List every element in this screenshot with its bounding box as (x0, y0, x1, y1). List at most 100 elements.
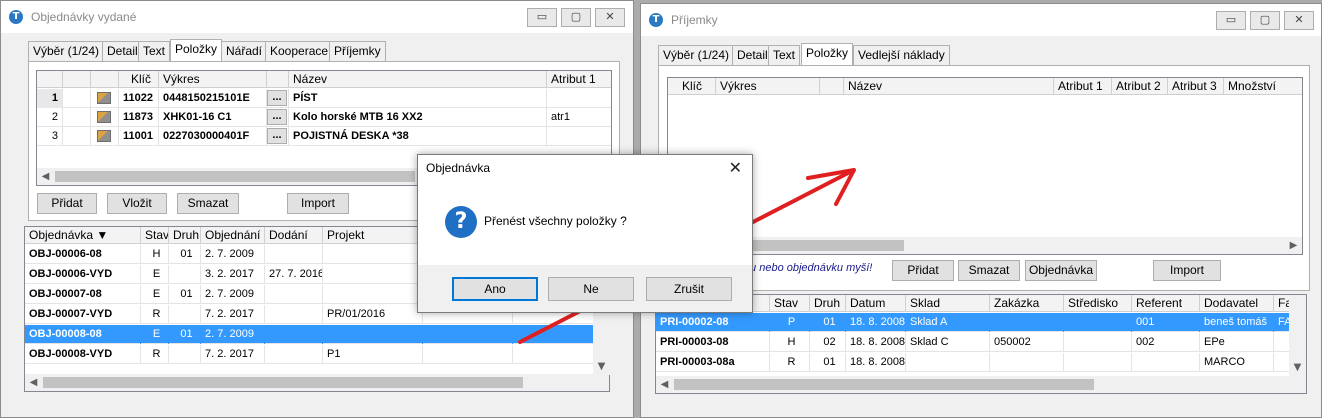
scroll-down-icon[interactable]: ▼ (593, 358, 610, 375)
col-druh[interactable]: Druh (810, 295, 846, 312)
col-stav[interactable]: Stav (770, 295, 810, 312)
add-button[interactable]: Přidat (892, 260, 954, 281)
no-button[interactable]: Ne (548, 277, 634, 301)
col-druh[interactable]: Druh (169, 227, 201, 244)
tab-text[interactable]: Text (138, 41, 171, 61)
col-nazev[interactable]: Název (844, 78, 1054, 95)
scroll-down-icon[interactable]: ▼ (1289, 359, 1306, 376)
table-row[interactable]: 3 11001 0227030000401F ... POJISTNÁ DESK… (37, 127, 611, 146)
col-vykres[interactable]: Výkres (716, 78, 820, 95)
browse-button[interactable]: ... (267, 90, 287, 106)
import-button[interactable]: Import (1153, 260, 1221, 281)
cell-date: 18. 8. 2008 (846, 333, 906, 352)
browse-button[interactable]: ... (267, 109, 287, 125)
minimize-button[interactable]: ▭ (1216, 11, 1246, 30)
table-row[interactable]: 1 11022 0448150215101E ... PÍST (37, 89, 611, 108)
col-atribut2[interactable]: Atribut 2 (1112, 78, 1168, 95)
col-vykres[interactable]: Výkres (159, 71, 267, 88)
col-referent[interactable]: Referent (1132, 295, 1200, 312)
close-button[interactable]: ✕ (1284, 11, 1314, 30)
item-type-icon (97, 111, 111, 123)
tab-detail[interactable]: Detail (732, 45, 773, 65)
right-tabs: Výběr (1/24) Detail Text Položky Vedlejš… (658, 43, 958, 65)
table-row[interactable]: 2 11873 XHK01-16 C1 ... Kolo horské MTB … (37, 108, 611, 127)
col-dodani[interactable]: Dodání (265, 227, 323, 244)
cell-receipt: PRI-00002-08 (656, 313, 770, 332)
table-row-selected[interactable]: PRI-00002-08 P 01 18. 8. 2008 Sklad A 00… (656, 313, 1306, 332)
tab-vyber[interactable]: Výběr (1/24) (28, 41, 105, 61)
cell-kind (169, 305, 201, 324)
cell-store: Sklad C (906, 333, 990, 352)
grid-header: Klíč Výkres Název Atribut 1 Atribut 2 At… (668, 78, 1302, 95)
scroll-thumb[interactable] (674, 379, 1094, 390)
table-row[interactable]: PRI-00003-08 H 02 18. 8. 2008 Sklad C 05… (656, 333, 1306, 352)
col-atribut1[interactable]: Atribut 1 (547, 71, 611, 88)
scroll-thumb[interactable] (43, 377, 523, 388)
col-objednavka[interactable]: Objednávka ▼ (25, 227, 141, 244)
col-atribut1[interactable]: Atribut 1 (1054, 78, 1112, 95)
browse-button[interactable]: ... (267, 128, 287, 144)
col-zakazka[interactable]: Zakázka (990, 295, 1064, 312)
col-sklad[interactable]: Sklad (906, 295, 990, 312)
close-button[interactable]: ✕ (595, 8, 625, 27)
right-items-grid[interactable]: Klíč Výkres Název Atribut 1 Atribut 2 At… (667, 77, 1303, 255)
add-button[interactable]: Přidat (37, 193, 97, 214)
order-button[interactable]: Objednávka (1025, 260, 1097, 281)
scroll-left-icon[interactable]: ◀ (37, 168, 54, 185)
tab-polozky[interactable]: Položky (801, 43, 854, 65)
cell-drawing: XHK01-16 C1 (159, 108, 267, 127)
cancel-button[interactable]: Zrušit (646, 277, 732, 301)
scroll-left-icon[interactable]: ◀ (656, 376, 673, 393)
right-window-title: Příjemky (671, 13, 718, 27)
col-atribut3[interactable]: Atribut 3 (1168, 78, 1224, 95)
tab-naradi[interactable]: Nářadí (221, 41, 268, 61)
col-stav[interactable]: Stav (141, 227, 169, 244)
receipts-vertical-scrollbar[interactable]: ▼ (1289, 295, 1306, 393)
tab-vyber[interactable]: Výběr (1/24) (658, 45, 735, 65)
table-row[interactable]: PRI-00003-08a R 01 18. 8. 2008 MARCO (656, 353, 1306, 372)
cell-state: R (141, 345, 169, 364)
insert-button[interactable]: Vložit (107, 193, 167, 214)
maximize-button[interactable]: ▢ (561, 8, 591, 27)
col-klic[interactable]: Klíč (668, 78, 716, 95)
items-horizontal-scrollbar[interactable]: ▶ (668, 237, 1302, 254)
col-klic[interactable]: Klíč (119, 71, 159, 88)
tab-vedlejsi-naklady[interactable]: Vedlejší náklady (853, 45, 950, 65)
scroll-thumb[interactable] (55, 171, 415, 182)
maximize-button[interactable]: ▢ (1250, 11, 1280, 30)
col-projekt[interactable]: Projekt (323, 227, 423, 244)
scroll-left-icon[interactable]: ◀ (25, 374, 42, 391)
delete-button[interactable]: Smazat (958, 260, 1020, 281)
cell-receipt: PRI-00003-08 (656, 333, 770, 352)
tab-prijemky[interactable]: Příjemky (329, 41, 386, 61)
tab-detail[interactable]: Detail (102, 41, 143, 61)
right-titlebar[interactable]: T Příjemky ▭ ▢ ✕ (641, 4, 1321, 36)
import-button[interactable]: Import (287, 193, 349, 214)
dialog-title: Objednávka (426, 161, 491, 175)
delete-button[interactable]: Smazat (177, 193, 239, 214)
cell-delivery (265, 305, 323, 324)
col-objednani[interactable]: Objednání (201, 227, 265, 244)
table-row[interactable]: OBJ-00008-VYD R 7. 2. 2017 P1 (25, 345, 609, 364)
minimize-button[interactable]: ▭ (527, 8, 557, 27)
question-icon: ? (445, 206, 477, 238)
yes-button[interactable]: Ano (452, 277, 538, 301)
tab-kooperace[interactable]: Kooperace (265, 41, 334, 61)
tab-polozky[interactable]: Položky (170, 39, 223, 61)
dialog-close-icon[interactable]: ✕ (729, 158, 742, 178)
cell-attr1 (547, 127, 611, 146)
left-titlebar[interactable]: T Objednávky vydané ▭ ▢ ✕ (1, 1, 633, 33)
table-row-selected[interactable]: OBJ-00008-08 E 01 2. 7. 2009 (25, 325, 609, 344)
receipts-horizontal-scrollbar[interactable]: ◀ (656, 376, 1289, 393)
tab-text[interactable]: Text (768, 45, 801, 65)
col-mnozstvi[interactable]: Množství (1224, 78, 1302, 95)
cell-clerk (1132, 353, 1200, 372)
col-nazev[interactable]: Název (289, 71, 547, 88)
cell-kind: 01 (169, 325, 201, 344)
cell-project (323, 265, 423, 284)
col-dodavatel[interactable]: Dodavatel (1200, 295, 1274, 312)
col-datum[interactable]: Datum (846, 295, 906, 312)
scroll-right-icon[interactable]: ▶ (1285, 237, 1302, 254)
orders-horizontal-scrollbar[interactable]: ◀ (25, 374, 609, 391)
col-stredisko[interactable]: Středisko (1064, 295, 1132, 312)
